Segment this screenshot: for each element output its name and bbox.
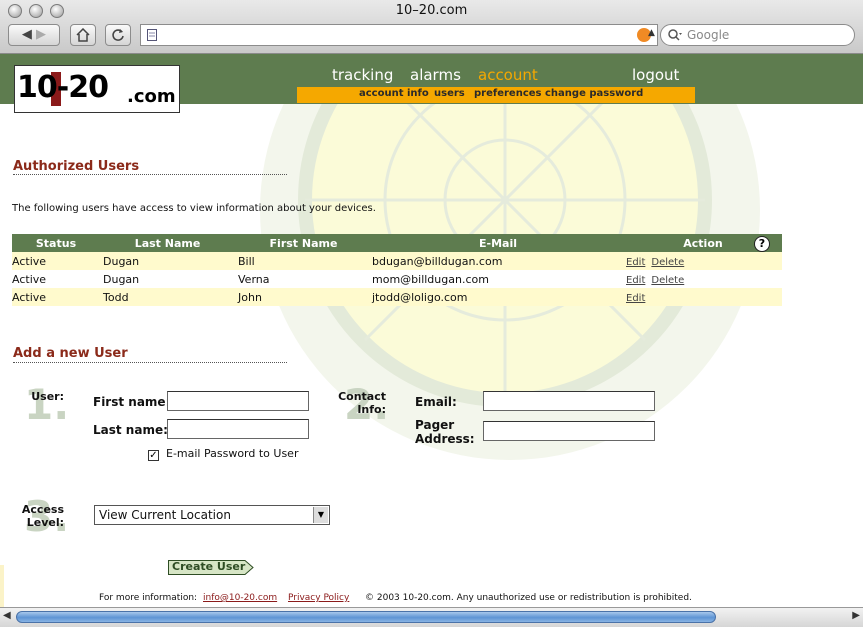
cell-first-name: Verna <box>235 270 372 288</box>
cell-status: Active <box>12 288 100 306</box>
title-bar: 10–20.com <box>0 0 863 22</box>
edit-link[interactable]: Edit <box>626 275 645 286</box>
cell-status: Active <box>12 252 100 270</box>
reload-button[interactable] <box>105 24 131 46</box>
column-header-action: Action ? <box>624 234 782 252</box>
horizontal-scrollbar[interactable]: ◀ ▶ <box>0 607 863 627</box>
step-1-number: 1. <box>24 380 70 429</box>
footer-email-link[interactable]: info@10-20.com <box>203 593 277 603</box>
table-row: Active Todd John jtodd@loligo.com Edit <box>12 288 782 306</box>
email-password-label: E-mail Password to User <box>166 447 299 460</box>
column-header-first-name: First Name <box>235 234 372 252</box>
table-header-row: Status Last Name First Name E-Mail Actio… <box>12 234 782 252</box>
nav-account[interactable]: account <box>478 66 538 84</box>
table-row: Active Dugan Verna mom@billdugan.com Edi… <box>12 270 782 288</box>
search-field[interactable]: Google <box>660 24 855 46</box>
delete-link[interactable]: Delete <box>651 257 684 268</box>
authorized-users-title: Authorized Users <box>13 159 140 174</box>
title-divider <box>13 362 287 363</box>
access-level-select[interactable]: View Current Location ▼ <box>94 505 330 525</box>
search-placeholder: Google <box>687 28 730 42</box>
address-bar[interactable] <box>140 24 658 46</box>
chevron-down-icon[interactable]: ▼ <box>313 507 328 523</box>
email-label: Email: <box>415 395 457 409</box>
pager-address-label: Pager Address: <box>415 418 475 446</box>
search-icon <box>668 29 682 41</box>
column-header-status: Status <box>12 234 100 252</box>
cell-last-name: Dugan <box>100 252 235 270</box>
first-name-label: First name: <box>93 395 171 409</box>
cell-actions: Edit Delete <box>624 270 782 288</box>
scroll-left-icon[interactable]: ◀ <box>3 610 11 621</box>
action-header-label: Action <box>683 236 723 250</box>
logo-text: 10-20 <box>17 70 109 105</box>
authorized-users-intro: The following users have access to view … <box>12 203 376 214</box>
nav-tracking[interactable]: tracking <box>332 66 393 84</box>
delete-link[interactable]: Delete <box>651 275 684 286</box>
cell-status: Active <box>12 270 100 288</box>
edit-link[interactable]: Edit <box>626 257 645 268</box>
column-header-email: E-Mail <box>372 234 624 252</box>
browser-toolbar: ◀ ▶ ▲ Google <box>0 22 863 52</box>
subnav-change-password[interactable]: change password <box>545 88 643 99</box>
browser-chrome: 10–20.com ◀ ▶ ▲ Google <box>0 0 863 54</box>
subnav-users[interactable]: users <box>434 88 465 99</box>
nav-alarms[interactable]: alarms <box>410 66 461 84</box>
scrollbar-thumb[interactable] <box>16 611 716 623</box>
home-button[interactable] <box>70 24 96 46</box>
logo-suffix: .com <box>127 86 176 107</box>
sub-navigation: account info users preferences change pa… <box>297 87 695 103</box>
cell-last-name: Dugan <box>100 270 235 288</box>
address-dropdown-icon[interactable]: ▲ <box>648 28 655 38</box>
cell-email: jtodd@loligo.com <box>372 288 624 306</box>
step-3-label: Access Level: <box>21 503 64 529</box>
users-table: Status Last Name First Name E-Mail Actio… <box>12 234 782 306</box>
table-row: Active Dugan Bill bdugan@billdugan.com E… <box>12 252 782 270</box>
subnav-account-info[interactable]: account info <box>359 88 429 99</box>
scroll-right-icon[interactable]: ▶ <box>852 610 860 621</box>
window-title: 10–20.com <box>395 3 468 18</box>
step-2-label: Contact Info: <box>338 390 386 416</box>
home-icon <box>76 27 90 42</box>
last-name-label: Last name: <box>93 423 168 437</box>
cell-first-name: John <box>235 288 372 306</box>
site-logo[interactable]: 10-20 .com <box>14 65 180 113</box>
email-input[interactable] <box>483 391 655 411</box>
last-name-input[interactable] <box>167 419 309 439</box>
privacy-policy-link[interactable]: Privacy Policy <box>288 593 349 603</box>
page-icon <box>147 29 157 41</box>
cell-first-name: Bill <box>235 252 372 270</box>
footer-copyright: © 2003 10-20.com. Any unauthorized use o… <box>365 593 692 603</box>
help-icon[interactable]: ? <box>754 236 770 252</box>
add-user-title: Add a new User <box>13 346 128 361</box>
subnav-preferences[interactable]: preferences <box>474 88 542 99</box>
cell-last-name: Todd <box>100 288 235 306</box>
cell-email: mom@billdugan.com <box>372 270 624 288</box>
reload-icon <box>112 29 124 41</box>
first-name-input[interactable] <box>167 391 309 411</box>
back-arrow-icon[interactable]: ◀ <box>22 27 32 42</box>
cell-email: bdugan@billdugan.com <box>372 252 624 270</box>
left-edge-strip <box>0 565 4 607</box>
create-user-button[interactable]: Create User <box>168 560 254 575</box>
cell-actions: Edit Delete <box>624 252 782 270</box>
create-user-label: Create User <box>172 560 246 573</box>
title-divider <box>13 174 287 175</box>
back-forward-buttons[interactable]: ◀ ▶ <box>8 24 60 46</box>
pager-address-input[interactable] <box>483 421 655 441</box>
nav-logout[interactable]: logout <box>632 66 679 84</box>
access-level-value: View Current Location <box>99 508 231 522</box>
footer-prefix: For more information: <box>99 593 198 603</box>
email-password-checkbox[interactable]: ✓ <box>148 450 159 461</box>
forward-arrow-icon[interactable]: ▶ <box>32 27 46 42</box>
edit-link[interactable]: Edit <box>626 293 645 304</box>
step-1-label: User: <box>31 390 64 403</box>
column-header-last-name: Last Name <box>100 234 235 252</box>
cell-actions: Edit <box>624 288 782 306</box>
